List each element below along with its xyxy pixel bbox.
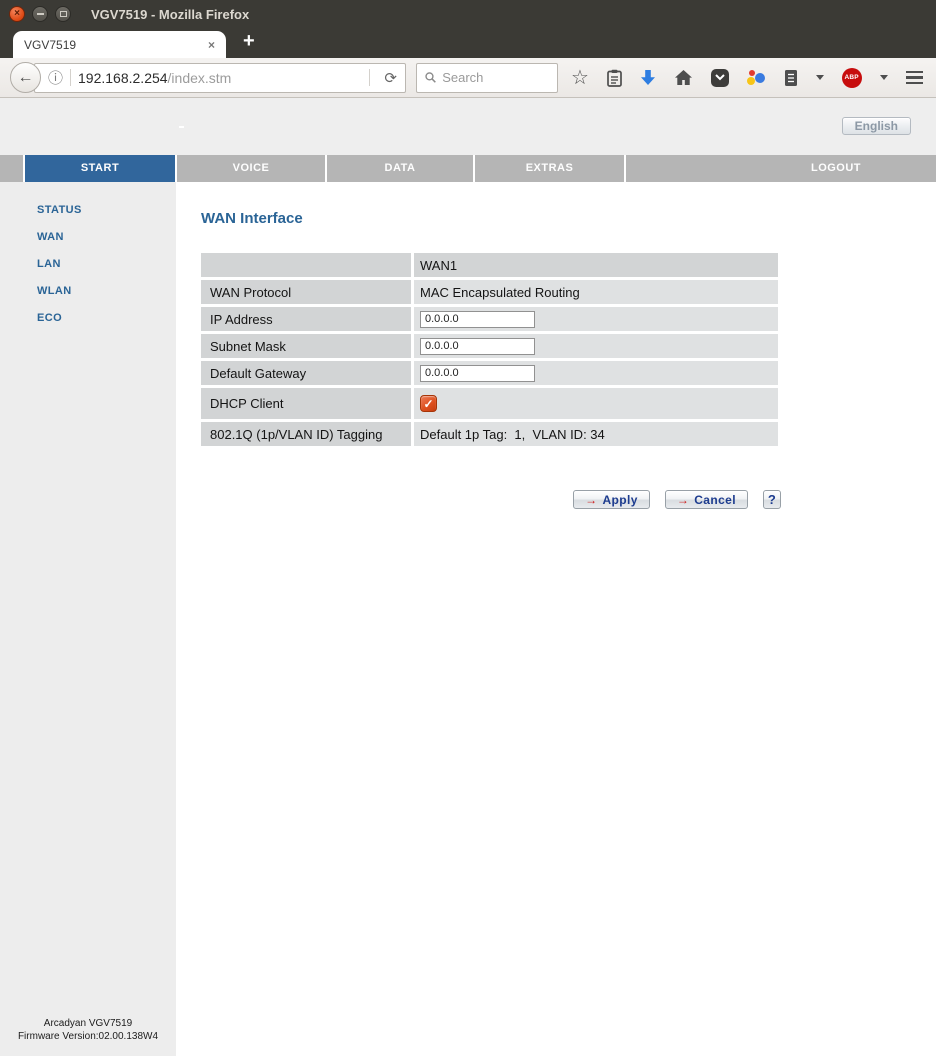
window-maximize-button[interactable] [55,6,71,22]
table-row: WAN Protocol MAC Encapsulated Routing [201,280,778,304]
cancel-button[interactable]: → Cancel [664,490,748,509]
cancel-button-label: Cancel [694,492,736,507]
apply-arrow-icon: → [585,492,598,507]
table-row: Default Gateway [201,361,778,385]
site-nav: START VOICE DATA EXTRAS LOGOUT [0,155,936,182]
nav-tab-extras[interactable]: EXTRAS [475,155,624,182]
firmware-version: Firmware Version:02.00.138W4 [17,1030,159,1042]
info-icon[interactable]: ⓘ [48,67,63,88]
bookmark-star-icon[interactable]: ☆ [571,68,589,88]
row-label: WAN Protocol [201,280,411,304]
tab-bar: VGV7519 × + [0,28,936,58]
nav-tab-data[interactable]: DATA [327,155,473,182]
table-row: 802.1Q (1p/VLAN ID) Tagging Default 1p T… [201,422,778,446]
subnet-mask-input[interactable] [420,337,535,355]
nav-tab-logout[interactable]: LOGOUT [626,155,936,182]
sidebar-item-eco[interactable]: ECO [37,312,176,324]
cancel-arrow-icon: → [676,492,690,507]
search-input[interactable] [442,70,549,85]
row-label: 802.1Q (1p/VLAN ID) Tagging [201,422,411,446]
logo-placeholder [179,126,184,128]
row-label: IP Address [201,307,411,331]
language-button[interactable]: English [841,117,911,135]
wan-protocol-value: MAC Encapsulated Routing [414,280,778,304]
pocket-icon[interactable] [711,68,730,87]
back-icon: ← [17,68,34,86]
new-tab-button[interactable]: + [243,28,255,58]
url-domain: 192.168.2.254 [78,69,168,86]
device-model: Arcadyan VGV7519 [43,1018,133,1029]
home-icon[interactable] [674,69,693,86]
search-icon [425,72,436,83]
vlan-tagging-value: Default 1p Tag: 1, VLAN ID: 34 [414,422,778,446]
row-label: Default Gateway [201,361,411,385]
header-empty-cell [201,253,411,277]
adblock-plus-icon[interactable]: ABP [841,67,862,88]
row-label: Subnet Mask [201,334,411,358]
apply-button[interactable]: → Apply [573,490,650,509]
nav-tab-start[interactable]: START [25,155,175,182]
ip-address-input[interactable] [420,310,535,328]
browser-tab[interactable]: VGV7519 × [13,31,226,58]
table-header-row: WAN1 [201,253,778,277]
apply-button-label: Apply [602,492,638,507]
url-bar[interactable]: ⓘ 192.168.2.254 /index.stm ⟳ [34,62,406,93]
page-body: STATUS WAN LAN WLAN ECO Arcadyan VGV7519… [0,182,936,1056]
tab-title: VGV7519 [24,37,77,52]
page-title: WAN Interface [201,210,303,227]
bookmarks-menu-icon[interactable] [607,69,622,87]
sidebar-item-wlan[interactable]: WLAN [37,285,176,297]
action-buttons: → Apply → Cancel ? [201,490,781,509]
screen: × VGV7519 - Mozilla Firefox VGV7519 × + … [0,0,936,1056]
toolbar-icons: ☆ ABP [571,67,926,88]
menu-icon[interactable] [905,70,923,85]
browser-toolbar: ← ⓘ 192.168.2.254 /index.stm ⟳ ☆ [0,58,936,98]
downloads-icon[interactable] [640,69,656,86]
window-close-button[interactable]: × [9,6,25,22]
table-row: IP Address [201,307,778,331]
help-button[interactable]: ? [763,490,781,509]
notes-dropdown-chevron-icon[interactable] [815,75,824,80]
notes-addon-icon[interactable] [784,69,798,87]
dhcp-client-checkbox[interactable]: ✓ [420,395,437,412]
window-close-icon: × [14,8,20,19]
search-box[interactable] [416,62,558,93]
table-row: DHCP Client ✓ [201,388,778,419]
window-minimize-button[interactable] [32,6,48,22]
url-separator [369,69,371,86]
abp-dropdown-chevron-icon[interactable] [879,75,888,80]
nav-tab-voice[interactable]: VOICE [177,155,325,182]
sidebar-item-status[interactable]: STATUS [37,204,176,216]
row-label: DHCP Client [201,388,411,419]
table-row: Subnet Mask [201,334,778,358]
url-path: /index.stm [167,69,232,86]
sidebar: STATUS WAN LAN WLAN ECO Arcadyan VGV7519… [0,182,176,1056]
nav-stub [0,155,23,182]
colored-dots-addon-icon[interactable] [747,69,766,87]
wan-settings-table: WAN1 WAN Protocol MAC Encapsulated Routi… [198,250,781,449]
back-button[interactable]: ← [10,62,41,93]
sidebar-item-wan[interactable]: WAN [37,231,176,243]
tab-close-icon[interactable]: × [208,38,215,52]
column-header-wan1: WAN1 [414,253,778,277]
reload-icon[interactable]: ⟳ [384,69,397,87]
title-bar: × VGV7519 - Mozilla Firefox [0,0,936,28]
device-footer: Arcadyan VGV7519 Firmware Version:02.00.… [0,1018,176,1043]
window-title: VGV7519 - Mozilla Firefox [91,6,250,22]
default-gateway-input[interactable] [420,364,535,382]
window-minimize-icon [36,13,44,15]
url-separator [70,69,72,86]
site-header: English [0,98,936,155]
main-content: WAN Interface WAN1 WAN Protocol MAC Enca… [176,182,936,1056]
window-maximize-icon [59,11,67,17]
sidebar-item-lan[interactable]: LAN [37,258,176,270]
